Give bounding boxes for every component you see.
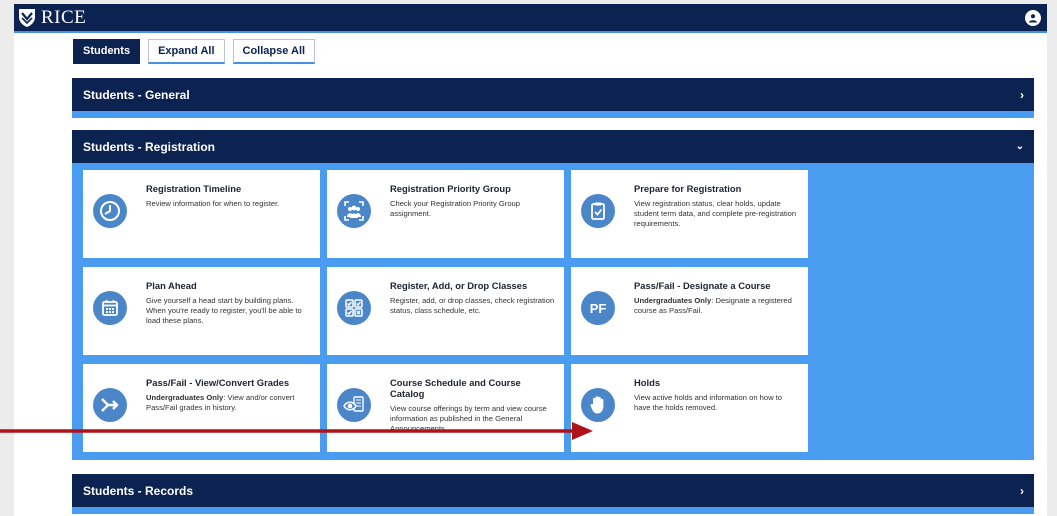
logo-text: RICE (41, 7, 87, 28)
card-title: Plan Ahead (146, 280, 197, 291)
section-header-registration[interactable]: Students - Registration ⌄ (72, 130, 1034, 163)
chevron-down-icon: ⌄ (1015, 141, 1024, 152)
card-pass-fail-view-convert[interactable]: Pass/Fail - View/Convert Grades Undergra… (83, 364, 320, 452)
chevron-right-icon: › (1020, 87, 1024, 102)
catalog-eye-icon (337, 388, 371, 422)
top-navbar: RICE (14, 4, 1047, 33)
card-course-schedule-catalog[interactable]: Course Schedule and Course Catalog View … (327, 364, 564, 452)
card-description: Register, add, or drop classes, check re… (390, 296, 555, 315)
hand-stop-icon (581, 388, 615, 422)
card-title: Register, Add, or Drop Classes (390, 280, 528, 291)
clock-icon (93, 194, 127, 228)
section-title: Students - Registration (83, 139, 216, 154)
card-description: Review information for when to register. (146, 199, 280, 208)
user-menu-button[interactable] (1025, 10, 1041, 26)
card-description: View course offerings by term and view c… (390, 404, 547, 433)
section-title: Students - General (83, 87, 190, 102)
main-content: Students Expand All Collapse All Student… (14, 33, 1047, 516)
card-description: View registration status, clear holds, u… (634, 199, 797, 228)
chevron-right-icon: › (1020, 483, 1024, 498)
card-title: Pass/Fail - Designate a Course (634, 280, 771, 291)
section-title: Students - Records (83, 483, 194, 498)
group-icon (337, 194, 371, 228)
card-registration-timeline[interactable]: Registration Timeline Review information… (83, 170, 320, 258)
card-description-bold: Undergraduates Only (146, 393, 224, 402)
card-title: Registration Priority Group (390, 183, 511, 194)
tab-students[interactable]: Students (73, 39, 141, 64)
section-students-records: Students - Records › (72, 474, 1034, 514)
section-footer (72, 111, 1034, 118)
card-register-add-drop[interactable]: Register, Add, or Drop Classes Register,… (327, 267, 564, 355)
card-description: Undergraduates Only: View and/or convert… (146, 393, 312, 413)
expand-all-button[interactable]: Expand All (148, 39, 225, 64)
card-registration-priority-group[interactable]: Registration Priority Group Check your R… (327, 170, 564, 258)
card-title: Course Schedule and Course Catalog (390, 377, 521, 399)
card-title: Prepare for Registration (634, 183, 742, 194)
registration-cards-panel: Registration Timeline Review information… (72, 163, 1034, 460)
section-header-records[interactable]: Students - Records › (72, 474, 1034, 507)
checkbox-grid-icon (337, 291, 371, 325)
card-prepare-for-registration[interactable]: Prepare for Registration View registrati… (571, 170, 808, 258)
section-students-general: Students - General › (72, 78, 1034, 118)
rice-logo[interactable]: RICE (18, 4, 86, 31)
card-description: View active holds and information on how… (634, 393, 783, 412)
convert-arrow-icon (93, 388, 127, 422)
section-header-general[interactable]: Students - General › (72, 78, 1034, 111)
pass-fail-icon: PF (581, 291, 615, 325)
user-avatar-icon (1029, 14, 1037, 23)
card-title: Pass/Fail - View/Convert Grades (146, 377, 290, 388)
card-plan-ahead[interactable]: Plan Ahead Give yourself a head start by… (83, 267, 320, 355)
section-footer (72, 507, 1034, 514)
clipboard-check-icon (581, 194, 615, 228)
toolbar-tabs: Students Expand All Collapse All (73, 39, 316, 64)
card-holds[interactable]: Holds View active holds and information … (571, 364, 808, 452)
card-pass-fail-designate[interactable]: PF Pass/Fail - Designate a Course Underg… (571, 267, 808, 355)
card-description-bold: Undergraduates Only (634, 296, 712, 305)
card-title: Holds (634, 377, 661, 388)
card-description: Undergraduates Only: Designate a registe… (634, 296, 800, 316)
card-title: Registration Timeline (146, 183, 242, 194)
card-description: Check your Registration Priority Group a… (390, 199, 520, 218)
card-description: Give yourself a head start by building p… (146, 296, 302, 325)
svg-text:PF: PF (590, 301, 607, 316)
section-students-registration: Students - Registration ⌄ Registration T… (72, 130, 1034, 460)
collapse-all-button[interactable]: Collapse All (232, 39, 316, 64)
rice-shield-icon (19, 8, 35, 27)
calendar-icon (93, 291, 127, 325)
